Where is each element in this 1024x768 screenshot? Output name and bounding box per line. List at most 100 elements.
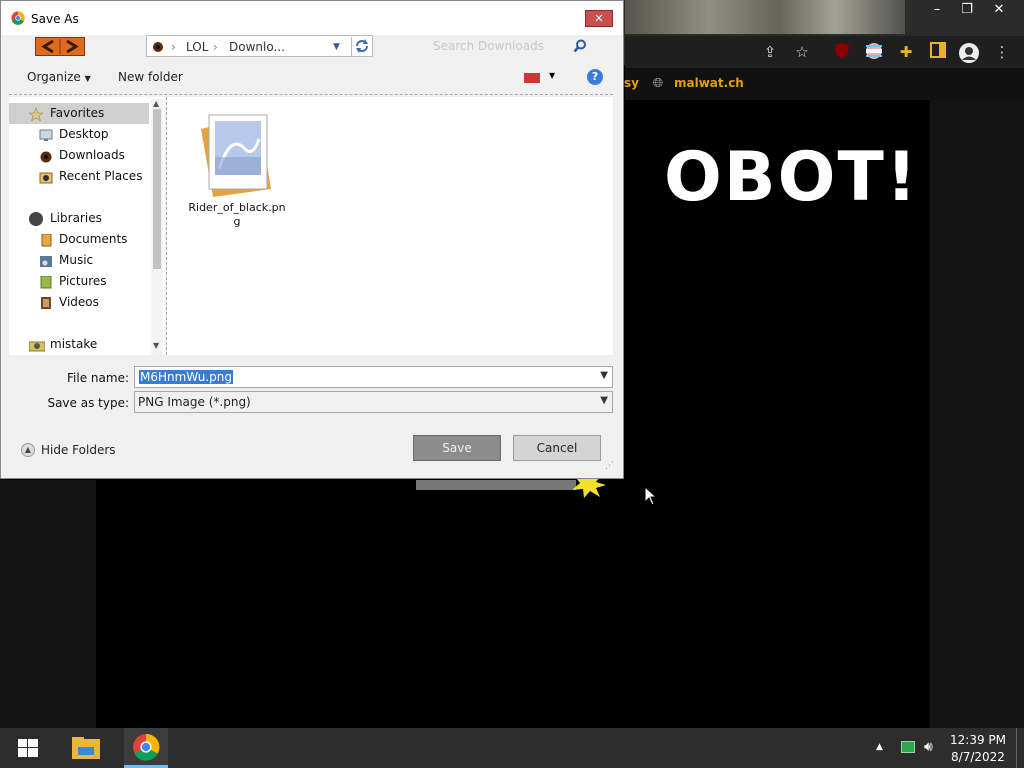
scrollbar-thumb[interactable] <box>153 109 161 269</box>
network-icon[interactable] <box>901 741 915 753</box>
scroll-down-icon[interactable]: ▼ <box>153 341 159 350</box>
help-icon[interactable]: ? <box>587 69 603 85</box>
page-banner-text: OBOT! <box>664 138 919 217</box>
nav-item-documents[interactable]: Documents <box>9 229 149 250</box>
nav-item-desktop[interactable]: Desktop <box>9 124 149 145</box>
documents-icon <box>39 233 53 247</box>
save-as-type-select[interactable]: PNG Image (*.png) ▼ <box>134 391 613 413</box>
address-bar[interactable]: › LOL › Downlo... ▼ <box>146 35 373 57</box>
browser-tab-strip[interactable] <box>625 0 905 34</box>
chrome-taskbar-button[interactable] <box>124 728 168 768</box>
bookmark-malwatch[interactable]: malwat.ch <box>674 76 744 90</box>
refresh-button[interactable] <box>351 37 374 56</box>
clock[interactable]: 12:39 PM 8/7/2022 <box>948 732 1008 766</box>
videos-icon <box>39 296 53 309</box>
file-name-input[interactable]: M6HnmWu.png ▼ <box>134 366 613 388</box>
chevron-down-icon[interactable]: ▼ <box>600 370 608 381</box>
clock-date: 8/7/2022 <box>951 750 1005 764</box>
nav-pane-scrollbar[interactable]: ▲ ▼ <box>151 99 163 355</box>
dialog-title: Save As <box>31 12 79 26</box>
nav-item-music[interactable]: Music <box>9 250 149 271</box>
file-name-label: File name: <box>67 371 129 385</box>
browser-close-button[interactable]: ✕ <box>982 0 1016 22</box>
sidepanel-icon[interactable] <box>928 42 948 62</box>
tray-overflow-icon[interactable]: ▲ <box>876 742 883 752</box>
breadcrumb-downloads[interactable]: Downlo... <box>229 40 285 54</box>
page-bar <box>416 480 576 490</box>
image-file-icon <box>201 114 271 197</box>
nav-item-libraries[interactable]: Libraries <box>9 208 149 229</box>
chevron-down-icon[interactable]: ▼ <box>549 71 555 80</box>
close-button[interactable]: ✕ <box>585 10 613 27</box>
ublock-icon[interactable] <box>832 42 852 62</box>
resize-grip-icon[interactable]: ⋰ <box>605 461 614 471</box>
nav-label: Pictures <box>59 274 107 288</box>
profile-icon[interactable] <box>958 42 979 63</box>
refresh-icon <box>356 39 368 53</box>
chevron-up-icon: ▲ <box>21 443 35 457</box>
cancel-button[interactable]: Cancel <box>513 435 601 461</box>
downloads-folder-icon <box>151 39 165 56</box>
divider <box>9 94 613 95</box>
file-name-value: M6HnmWu.png <box>139 370 234 384</box>
menu-icon[interactable]: ⋮ <box>992 42 1012 62</box>
nav-label: Libraries <box>50 211 102 225</box>
views-icon[interactable] <box>524 73 540 83</box>
star-icon[interactable]: ☆ <box>792 42 812 62</box>
chrome-icon <box>11 11 25 25</box>
search-input[interactable]: Search Downloads <box>423 35 595 57</box>
restore-button[interactable]: ❐ <box>950 0 984 22</box>
clock-time: 12:39 PM <box>950 733 1006 747</box>
desktop-icon <box>39 128 53 141</box>
user-folder-icon <box>28 338 46 352</box>
save-button[interactable]: Save <box>413 435 501 461</box>
show-desktop-button[interactable] <box>1016 728 1024 768</box>
search-icon[interactable] <box>573 39 587 53</box>
downloads-icon <box>39 149 53 163</box>
new-folder-button[interactable]: New folder <box>118 70 183 84</box>
start-button[interactable] <box>6 728 50 768</box>
command-bar: Organize ▼ New folder ▼ ? <box>1 65 623 91</box>
organize-label: Organize <box>27 70 81 84</box>
bookmark-item[interactable]: sy <box>624 76 639 90</box>
nav-label: Downloads <box>59 148 125 162</box>
page-gutter-right <box>930 100 1024 728</box>
dialog-titlebar[interactable]: Save As ✕ <box>1 1 623 35</box>
page-gutter-left <box>0 480 96 728</box>
nav-item-favorites[interactable]: Favorites <box>9 103 149 124</box>
chevron-down-icon[interactable]: ▼ <box>600 395 608 406</box>
volume-icon[interactable]: 🔊︎ <box>924 739 933 755</box>
save-as-type-value: PNG Image (*.png) <box>138 395 251 409</box>
save-as-dialog: Save As ✕ › LOL › Downlo... ▼ Search Dow… <box>0 0 624 479</box>
flag-icon[interactable] <box>864 42 884 62</box>
back-forward-buttons[interactable] <box>35 37 85 56</box>
navigation-pane: Favorites Desktop Downloads Recent Place… <box>9 97 165 355</box>
file-item[interactable]: Rider_of_black.png <box>187 105 287 235</box>
minimize-button[interactable]: – <box>920 0 954 22</box>
chevron-down-icon[interactable]: ▼ <box>333 42 340 52</box>
breadcrumb-lol[interactable]: LOL <box>186 40 208 54</box>
chevron-right-icon: › <box>213 40 218 54</box>
file-explorer-icon <box>72 737 100 759</box>
nav-item-videos[interactable]: Videos <box>9 292 149 313</box>
scroll-up-icon[interactable]: ▲ <box>153 99 159 108</box>
file-name-label: Rider_of_black.png <box>188 201 286 228</box>
extensions-icon[interactable]: ✚ <box>896 42 916 62</box>
hide-folders-label: Hide Folders <box>41 443 116 457</box>
nav-item-recent-places[interactable]: Recent Places <box>9 166 149 187</box>
search-placeholder: Search Downloads <box>433 39 544 53</box>
nav-label: Videos <box>59 295 99 309</box>
nav-label: Recent Places <box>59 169 143 183</box>
globe-icon: 🌐︎ <box>652 76 664 91</box>
pictures-icon <box>39 275 53 289</box>
organize-button[interactable]: Organize ▼ <box>27 70 91 84</box>
nav-item-mistake[interactable]: mistake <box>9 334 149 355</box>
save-as-type-label: Save as type: <box>47 396 129 410</box>
favorites-star-icon <box>28 107 44 122</box>
nav-item-downloads[interactable]: Downloads <box>9 145 149 166</box>
nav-item-pictures[interactable]: Pictures <box>9 271 149 292</box>
file-explorer-button[interactable] <box>64 728 108 768</box>
share-icon[interactable]: ⇪ <box>760 42 780 62</box>
back-forward-icon <box>41 39 79 54</box>
nav-label: mistake <box>50 337 98 351</box>
